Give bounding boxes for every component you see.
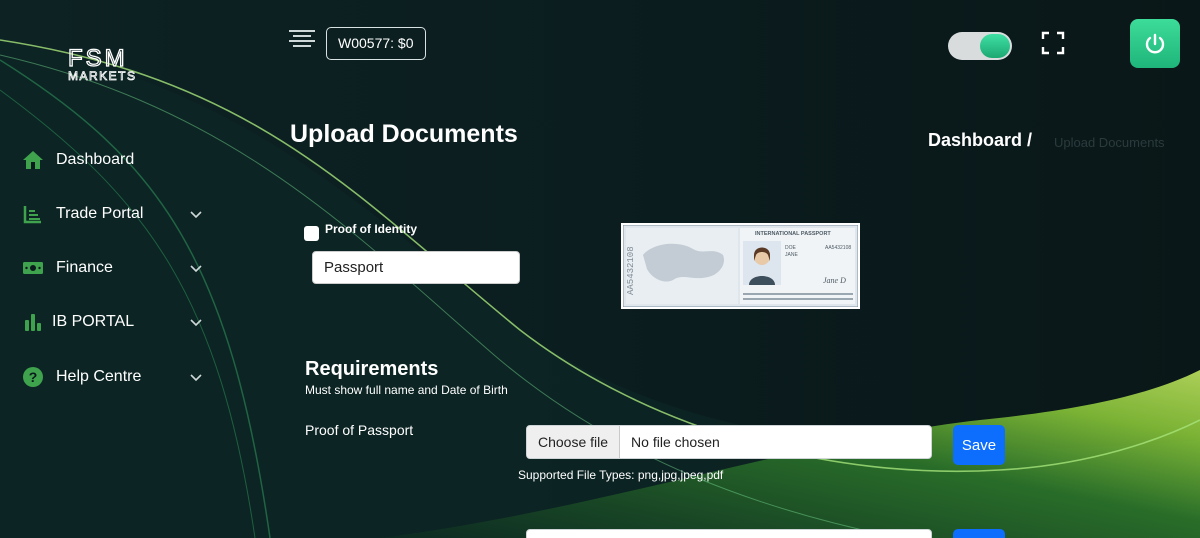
requirements-description: Must show full name and Date of Birth [305,383,508,397]
breadcrumb-current: Upload Documents [1054,135,1165,150]
svg-text:AA5432108: AA5432108 [626,246,636,295]
svg-text:MARKETS: MARKETS [68,69,137,82]
sidebar-item-label: Trade Portal [56,205,144,222]
sidebar-item-label: Finance [56,259,113,276]
chevron-down-icon [190,211,202,219]
wallet-balance-button[interactable]: W00577: $0 [326,27,426,60]
svg-text:INTERNATIONAL PASSPORT: INTERNATIONAL PASSPORT [755,231,831,237]
breadcrumb-dashboard-link[interactable]: Dashboard / [928,130,1032,151]
home-icon [22,149,44,171]
document-type-select[interactable]: Passport [312,251,520,284]
save-button[interactable]: Save [953,425,1005,465]
passport-file-input[interactable]: Choose file No file chosen [526,425,932,459]
hamburger-icon[interactable] [289,29,315,49]
second-file-input[interactable] [526,529,932,538]
sidebar-item-dashboard[interactable]: Dashboard [22,148,212,172]
sidebar-item-label: Help Centre [56,368,142,385]
file-status: No file chosen [631,434,720,450]
page-title: Upload Documents [290,120,518,148]
svg-text:JANE: JANE [785,252,798,258]
svg-text:FSM: FSM [68,45,128,72]
sidebar-item-trade-portal[interactable]: Trade Portal [22,202,212,226]
fullscreen-icon[interactable] [1041,31,1065,55]
svg-text:?: ? [29,369,38,385]
chevron-down-icon [190,319,202,327]
money-icon [22,257,44,279]
power-button[interactable] [1130,19,1180,68]
svg-text:Jane D: Jane D [823,276,846,285]
sidebar-item-label: Dashboard [56,151,135,168]
proof-of-identity-checkbox[interactable] [304,226,319,241]
chevron-down-icon [190,374,202,382]
second-save-button[interactable] [953,529,1005,538]
toggle-knob [980,34,1010,58]
bar-chart-icon [22,311,44,333]
proof-of-passport-label: Proof of Passport [305,422,414,438]
svg-text:AA5432108: AA5432108 [825,245,851,251]
help-icon: ? [22,366,44,388]
sidebar-item-finance[interactable]: Finance [22,256,212,280]
theme-toggle[interactable] [948,32,1012,60]
sample-passport-image: AA5432108 INTERNATIONAL PASSPORT DOE JAN… [621,223,860,309]
chart-icon [22,203,44,225]
choose-file-button[interactable]: Choose file [527,426,621,458]
supported-file-types: Supported File Types: png,jpg,jpeg,pdf [518,468,724,482]
chevron-down-icon [190,265,202,273]
requirements-title: Requirements [305,358,439,380]
proof-of-identity-label: Proof of Identity [325,222,417,236]
sidebar-item-label: IB PORTAL [52,313,135,330]
sidebar-item-ib-portal[interactable]: IB PORTAL [22,310,212,334]
power-icon [1145,33,1165,53]
brand-logo[interactable]: FSM MARKETS [66,44,168,83]
svg-text:DOE: DOE [785,245,797,251]
brand-logo-graphic: FSM MARKETS [67,44,137,83]
sidebar-item-help-centre[interactable]: ? Help Centre [22,365,212,389]
